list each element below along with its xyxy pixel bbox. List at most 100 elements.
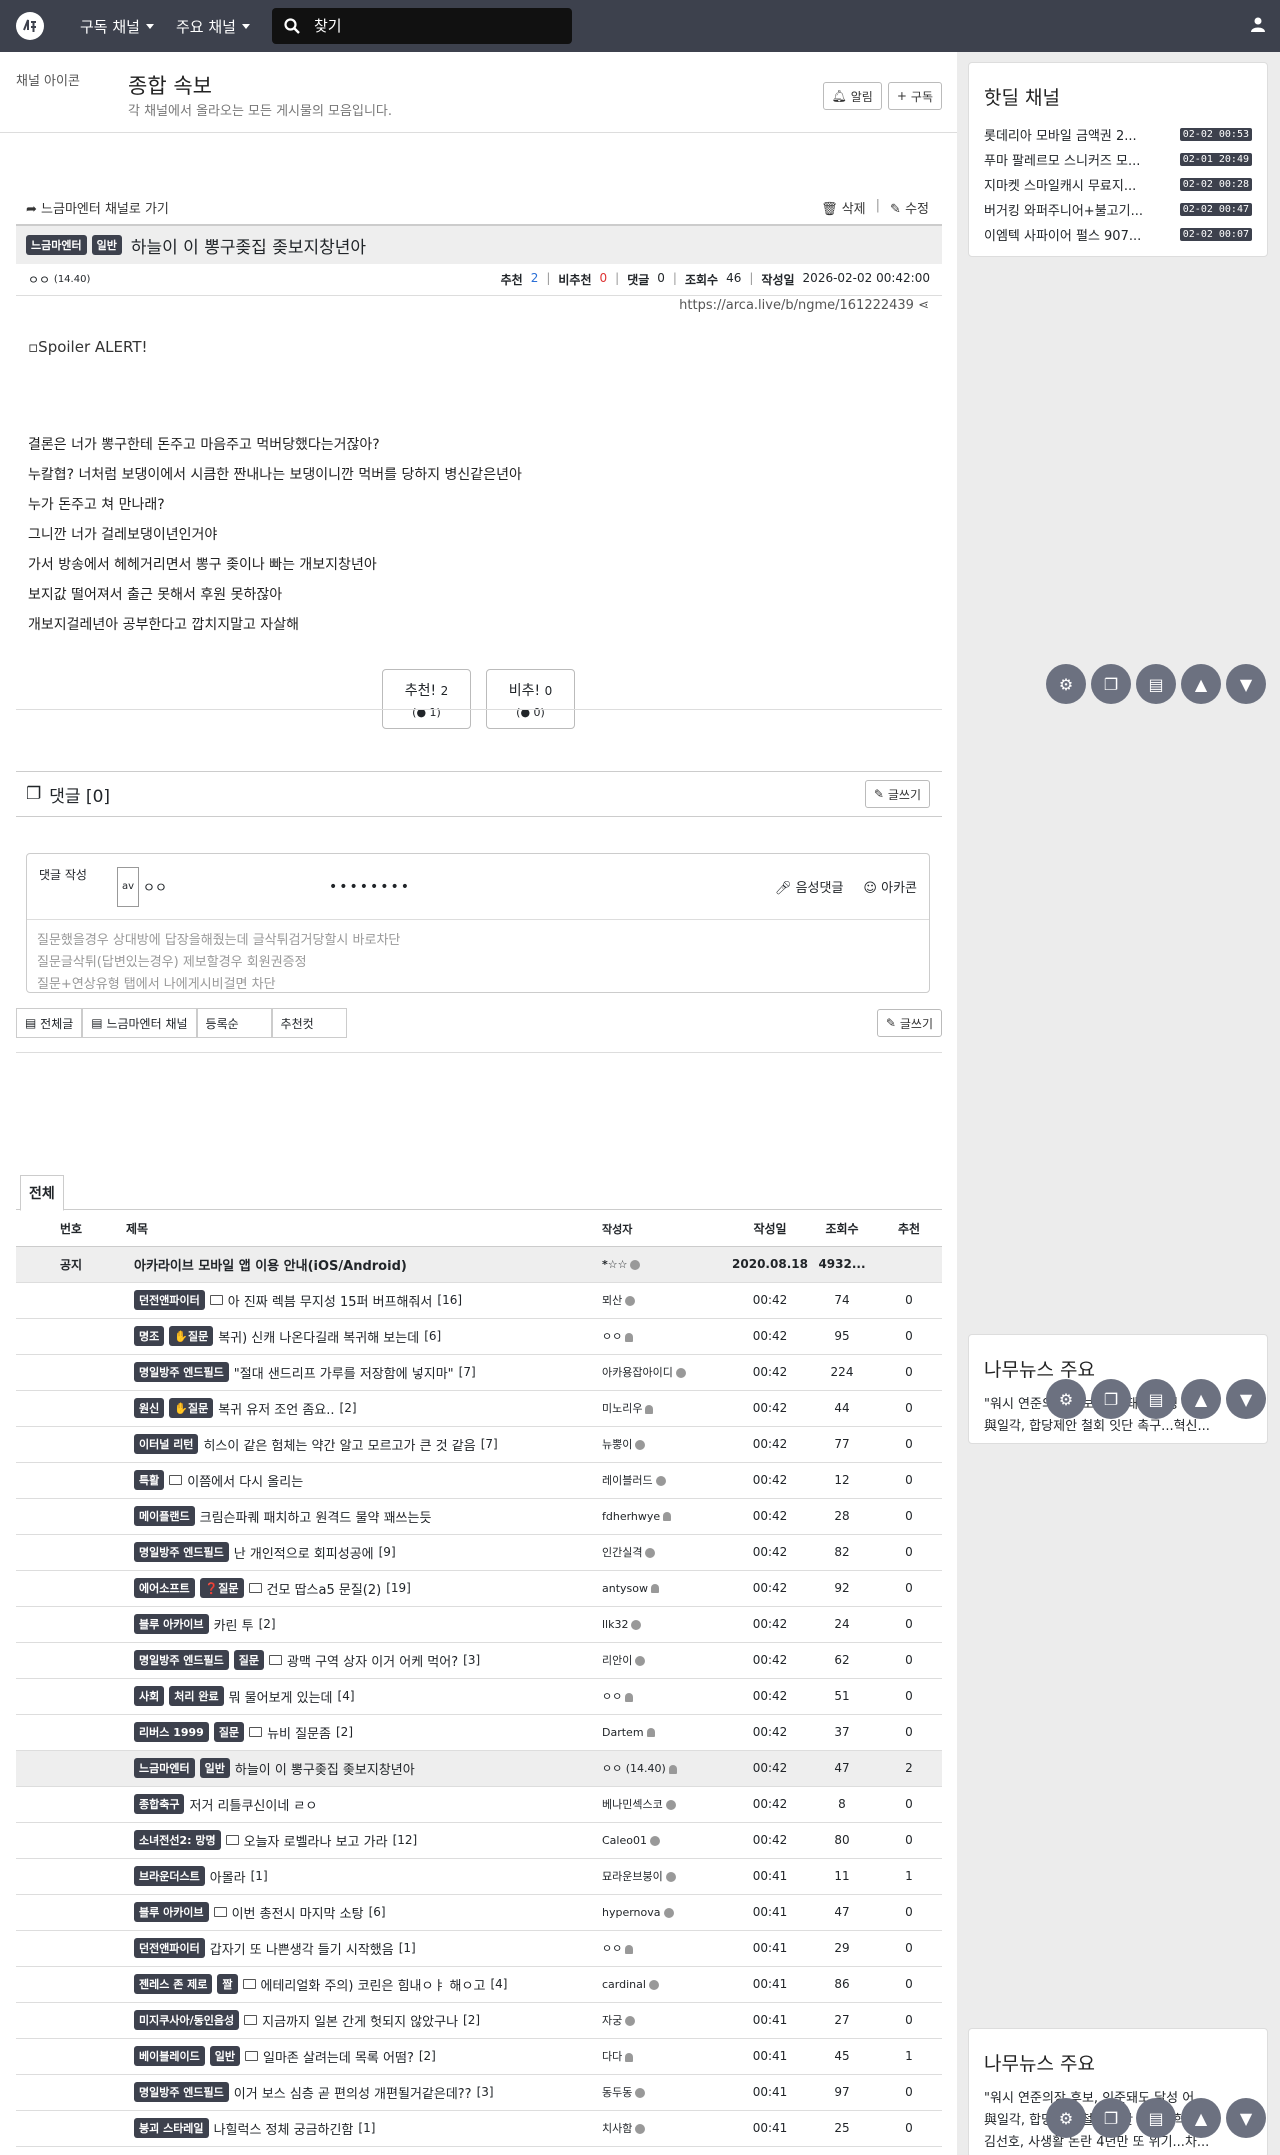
author-text[interactable]: 미노리우 — [602, 1402, 642, 1415]
author-text[interactable]: 인간실격 — [602, 1546, 642, 1559]
user-icon[interactable] — [1250, 16, 1266, 32]
author-text[interactable]: 아카용잡아이디 — [602, 1366, 673, 1379]
category-badge[interactable]: 베이블레이드 — [134, 2046, 205, 2066]
card-title[interactable]: 나무뉴스 주요 — [984, 1355, 1267, 1382]
title-text[interactable]: 히스이 같은 험체는 약간 알고 모르고가 큰 것 같음 — [203, 1435, 475, 1454]
notice-row[interactable]: 공지 아카라이브 모바일 앱 이용 안내(iOS/Android) *☆☆ 20… — [16, 1246, 942, 1283]
voice-comment-button[interactable]: 🎤︎ 음성댓글 — [775, 877, 844, 896]
category-badge[interactable]: 일반 — [209, 2046, 240, 2066]
article-url[interactable]: https://arca.live/b/ngme/161222439 ⋖ — [679, 298, 929, 313]
category-badge[interactable]: 사회 — [134, 1686, 165, 1706]
hotdeal-item[interactable]: 버거킹 와퍼주니어+불고기... 02-02 00:47 — [969, 197, 1267, 222]
comments-icon[interactable]: ❐ — [1091, 1379, 1131, 1419]
category-badge[interactable]: 일반 — [91, 235, 122, 255]
card-title[interactable]: 핫딜 채널 — [984, 83, 1267, 110]
author-text[interactable]: ㅇㅇ — [602, 1330, 622, 1343]
list-icon[interactable]: ▤ — [1136, 1379, 1176, 1419]
arcacon-button[interactable]: ☺ 아카콘 — [863, 877, 917, 896]
category-badge[interactable]: 질문 — [213, 1722, 245, 1742]
settings-gear-icon[interactable]: ⚙ — [1046, 1379, 1086, 1419]
channel-badge[interactable]: 느금마엔터 — [26, 235, 87, 255]
table-row[interactable]: 명일방주 엔드필드 질문 광맥 구역 상자 이거 어케 먹어? [3] 리안이 00:42… — [16, 1642, 942, 1679]
scroll-down-icon[interactable]: ▼ — [1226, 1379, 1266, 1419]
subscribe-button[interactable]: + 구독 — [887, 82, 942, 110]
table-row[interactable]: 에어소프트 ❓질문 건모 땁스a5 문질(2) [19] antysow 00:42 92 0 — [16, 1570, 942, 1607]
author-text[interactable]: fdherhwye — [602, 1510, 660, 1523]
tab-all[interactable]: 전체 — [20, 1175, 64, 1211]
scroll-up-icon[interactable]: ▲ — [1181, 2098, 1221, 2138]
author-text[interactable]: 베나민섹스코 — [602, 1798, 663, 1811]
title-text[interactable]: 건모 땁스a5 문질(2) — [267, 1579, 382, 1598]
title-text[interactable]: 저거 리틀쿠신이네 ㄹㅇ — [189, 1795, 317, 1814]
category-badge[interactable]: 명일방주 엔드필드 — [134, 1362, 229, 1382]
table-row[interactable]: 명조 ✋질문 복귀) 신캐 나온다길래 복귀해 보는데 [6] ㅇㅇ 00:42 95 0 — [16, 1318, 942, 1355]
table-row[interactable]: 블루 아카이브 이번 총전시 마지막 소탕 [6] hypernova 00:41 47 0 — [16, 1894, 942, 1931]
author-text[interactable]: antysow — [602, 1582, 648, 1595]
table-row[interactable]: 특활 이쯤에서 다시 올리는 레이블러드 00:42 12 0 — [16, 1462, 942, 1499]
category-badge[interactable]: 에어소프트 — [134, 1578, 195, 1598]
category-badge[interactable]: 리버스 1999 — [134, 1722, 209, 1742]
main-channels-dropdown[interactable]: 주요 채널 — [176, 16, 250, 37]
hotdeal-item[interactable]: 롯데리아 모바일 금액권 2... 02-02 00:53 — [969, 122, 1267, 147]
table-row[interactable]: 명일방주 엔드필드 "절대 샌드리프 가루를 저장함에 넣지마" [7] 아카용잡아이… — [16, 1354, 942, 1391]
sort-order-select[interactable]: 등록순 — [196, 1008, 272, 1038]
title-text[interactable]: 이쯤에서 다시 올리는 — [187, 1471, 303, 1490]
search-icon[interactable] — [284, 18, 300, 34]
author-text[interactable]: cardinal — [602, 1978, 646, 1991]
hotdeal-item[interactable]: 이엠텍 사파이어 펄스 907... 02-02 00:07 — [969, 222, 1267, 247]
title-text[interactable]: 복귀) 신캐 나온다길래 복귀해 보는데 — [218, 1327, 419, 1346]
password-field[interactable]: •••••••• — [329, 879, 411, 895]
alarm-button[interactable]: 🔔︎ 알림 — [822, 82, 882, 110]
channel-button[interactable]: ▤ 느금마엔터 채널 — [82, 1008, 197, 1038]
category-badge[interactable]: ✋질문 — [169, 1398, 214, 1418]
category-badge[interactable]: 이터널 리턴 — [134, 1434, 199, 1454]
category-badge[interactable]: 처리 완료 — [169, 1686, 224, 1706]
settings-gear-icon[interactable]: ⚙ — [1046, 2098, 1086, 2138]
category-badge[interactable]: 붕괴 스타레일 — [134, 2118, 209, 2138]
scroll-up-icon[interactable]: ▲ — [1181, 664, 1221, 704]
title-text[interactable]: 복귀 유저 조언 좀요.. — [218, 1399, 334, 1418]
category-badge[interactable]: 브라운더스트 — [134, 1866, 205, 1886]
settings-gear-icon[interactable]: ⚙ — [1046, 664, 1086, 704]
category-badge[interactable]: 명일방주 엔드필드 — [134, 1650, 229, 1670]
category-badge[interactable]: 블루 아카이브 — [134, 1614, 209, 1634]
category-badge[interactable]: 던전앤파이터 — [134, 1938, 205, 1958]
title-text[interactable]: 오늘자 로벨라나 보고 가라 — [244, 1831, 388, 1850]
author-text[interactable]: 레이블러드 — [602, 1474, 653, 1487]
board-title[interactable]: 종합 속보 — [128, 70, 212, 100]
author-text[interactable]: hypernova — [602, 1906, 661, 1919]
scroll-up-icon[interactable]: ▲ — [1181, 1379, 1221, 1419]
category-badge[interactable]: 짤 — [217, 1974, 238, 1994]
category-badge[interactable]: 질문 — [233, 1650, 265, 1670]
author-name[interactable]: ㅇㅇ — [28, 271, 50, 288]
title-text[interactable]: 갑자기 또 나쁜생각 들기 시작했음 — [210, 1939, 394, 1958]
table-row[interactable]: 리버스 1999 질문 뉴비 질문좀 [2] Dartem 00:42 37 0 — [16, 1714, 942, 1751]
title-text[interactable]: 일마존 살려는데 목록 어떰? — [263, 2047, 414, 2066]
author-text[interactable]: llk32 — [602, 1618, 628, 1631]
title-text[interactable]: 아 진짜 렉븜 무지성 15퍼 버프해줘서 — [228, 1291, 433, 1310]
title-text[interactable]: 이거 보스 심층 곧 편의성 개편될거같은데?? — [234, 2083, 472, 2102]
back-to-channel-link[interactable]: ➦ 느금마엔터 채널로 가기 — [26, 198, 169, 217]
share-icon[interactable]: ⋖ — [918, 298, 929, 313]
category-badge[interactable]: 종합축구 — [134, 1794, 185, 1814]
table-row[interactable]: 느금마엔터 일반 하늘이 이 뽕구좆집 좆보지창년아 ㅇㅇ (14.40) 00:42 4… — [16, 1750, 942, 1787]
category-badge[interactable]: 일반 — [199, 1758, 230, 1778]
table-row[interactable]: 원신 ✋질문 복귀 유저 조언 좀요.. [2] 미노리우 00:42 44 0 — [16, 1390, 942, 1427]
best-cut-select[interactable]: 추천컷 — [271, 1008, 347, 1038]
comment-textarea[interactable]: 질문했을경우 상대방에 답장을해줬는데 글삭튀검거당할시 바로차단 질문글삭튀(… — [27, 920, 929, 992]
author-text[interactable]: ㅇㅇ (14.40) — [602, 1762, 666, 1775]
category-badge[interactable]: 명조 — [134, 1326, 165, 1346]
title-text[interactable]: 아몰라 — [210, 1867, 246, 1886]
title-text[interactable]: 광맥 구역 상자 이거 어케 먹어? — [287, 1651, 458, 1670]
category-badge[interactable]: 소녀전선2: 망명 — [134, 1830, 221, 1850]
title-text[interactable]: 뭐 물어보게 있는데 — [229, 1687, 333, 1706]
table-row[interactable]: 젠레스 존 제로 짤 에테리얼화 주의) 코린은 힘내ㅇㅑ 해ㅇ고 [4] cardin… — [16, 1966, 942, 2003]
scroll-down-icon[interactable]: ▼ — [1226, 664, 1266, 704]
list-icon[interactable]: ▤ — [1136, 664, 1176, 704]
author-text[interactable]: 다다 — [602, 2050, 622, 2063]
delete-button[interactable]: 🗑︎ 삭제 — [821, 198, 866, 217]
news-item[interactable]: 與일각, 합당제안 철회 잇단 촉구...혁신... — [984, 1416, 1252, 1438]
search-input[interactable] — [313, 17, 554, 35]
author-text[interactable]: 치사함 — [602, 2122, 632, 2135]
table-row[interactable]: 이터널 리턴 히스이 같은 험체는 약간 알고 모르고가 큰 것 같음 [7] 뉴뿡이… — [16, 1426, 942, 1463]
